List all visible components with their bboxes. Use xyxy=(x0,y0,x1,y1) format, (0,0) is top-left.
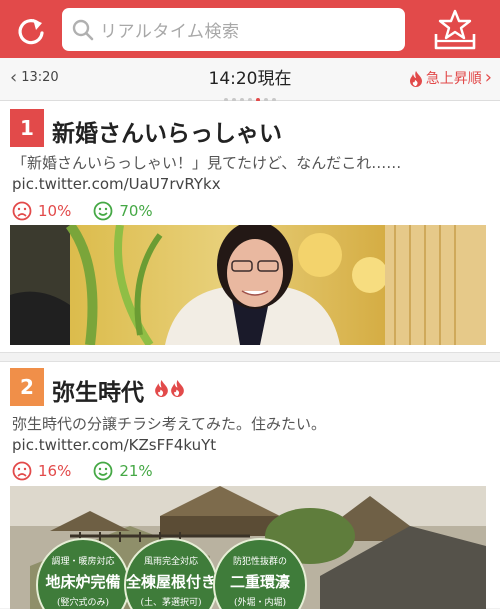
rank-badge: 1 xyxy=(10,109,44,147)
trend-description: 「新婚さんいらっしゃい！」見てたけど、なんだこれ…… xyxy=(12,154,402,172)
negative-reaction: 10% xyxy=(12,201,71,221)
flyer-badge-sub: (外堀・内堀) xyxy=(233,598,287,608)
flame-icon xyxy=(170,377,185,403)
frown-face-icon xyxy=(12,201,32,221)
flyer-badge: 防犯性抜群の二重環濠 (外堀・内堀) xyxy=(213,538,307,609)
flyer-badges: 調理・暖房対応地床炉完備 (竪穴式のみ) 風雨完全対応全棟屋根付き (土、茅選択可) 防… xyxy=(10,486,486,609)
favorites-button[interactable] xyxy=(431,8,479,52)
trend-title: 新婚さんいらっしゃい xyxy=(52,114,282,148)
refresh-icon xyxy=(18,19,44,45)
flyer-badge-top: 調理・暖房対応 xyxy=(51,557,115,567)
trend-title: 弥生時代 xyxy=(52,373,186,407)
trend-item[interactable]: 2 弥生時代 弥生時代の分譲チラシ考えてみた。住みたい。 pic.twitter… xyxy=(0,361,500,609)
flyer-badge-main: 二重環濠 xyxy=(229,573,290,591)
flame-icon xyxy=(409,70,422,87)
flyer-badge-main: 地床炉完備 xyxy=(45,573,121,591)
time-navigation: ‹ 13:20 14:20現在 急上昇順 › xyxy=(0,58,500,102)
top-bar: リアルタイム検索 xyxy=(0,0,500,58)
flyer-badge: 風雨完全対応全棟屋根付き (土、茅選択可) xyxy=(124,538,218,609)
rising-sort-label: 急上昇順 xyxy=(425,71,482,87)
negative-percent: 10% xyxy=(38,202,72,220)
smile-face-icon xyxy=(93,461,113,481)
trend-description: 弥生時代の分譲チラシ考えてみた。住みたい。 xyxy=(12,415,326,433)
negative-reaction: 16% xyxy=(12,461,71,481)
flyer-badge-top: 風雨完全対応 xyxy=(143,557,198,567)
positive-reaction: 70% xyxy=(93,201,153,221)
trend-link[interactable]: pic.twitter.com/KZsFF4kuYt xyxy=(12,436,216,454)
star-tray-icon xyxy=(434,9,476,50)
search-icon xyxy=(72,19,94,40)
flyer-badge-main: 全棟屋根付き xyxy=(126,573,217,591)
flame-icon xyxy=(154,377,169,403)
trend-link[interactable]: pic.twitter.com/UaU7rvRYkx xyxy=(12,175,221,193)
trending-flames xyxy=(154,377,186,403)
rising-sort-button[interactable]: 急上昇順 › xyxy=(409,68,492,88)
frown-face-icon xyxy=(12,461,32,481)
flyer-badge-top: 防犯性抜群の xyxy=(232,557,287,567)
tv-show-photo xyxy=(10,225,486,345)
chevron-right-icon: › xyxy=(484,67,492,88)
positive-percent: 70% xyxy=(119,202,153,220)
positive-percent: 21% xyxy=(119,462,153,480)
positive-reaction: 21% xyxy=(93,461,153,481)
flyer-badge-sub: (土、茅選択可) xyxy=(140,598,202,608)
reaction-stats: 10% 70% xyxy=(12,201,153,221)
refresh-button[interactable] xyxy=(13,13,49,49)
smile-face-icon xyxy=(93,201,113,221)
trend-title-text: 新婚さんいらっしゃい xyxy=(52,121,282,147)
tweet-photo[interactable]: 調理・暖房対応地床炉完備 (竪穴式のみ) 風雨完全対応全棟屋根付き (土、茅選択可) 防… xyxy=(10,486,486,609)
trend-title-text: 弥生時代 xyxy=(52,380,144,406)
search-input[interactable]: リアルタイム検索 xyxy=(62,8,405,51)
negative-percent: 16% xyxy=(38,462,72,480)
reaction-stats: 16% 21% xyxy=(12,461,153,481)
trend-item[interactable]: 1 新婚さんいらっしゃい 「新婚さんいらっしゃい！」見てたけど、なんだこれ…… … xyxy=(0,101,500,353)
tweet-photo[interactable] xyxy=(10,225,486,345)
flyer-badge-sub: (竪穴式のみ) xyxy=(56,598,110,608)
flyer-badge: 調理・暖房対応地床炉完備 (竪穴式のみ) xyxy=(36,538,130,609)
search-placeholder: リアルタイム検索 xyxy=(100,22,240,42)
rank-badge: 2 xyxy=(10,368,44,406)
